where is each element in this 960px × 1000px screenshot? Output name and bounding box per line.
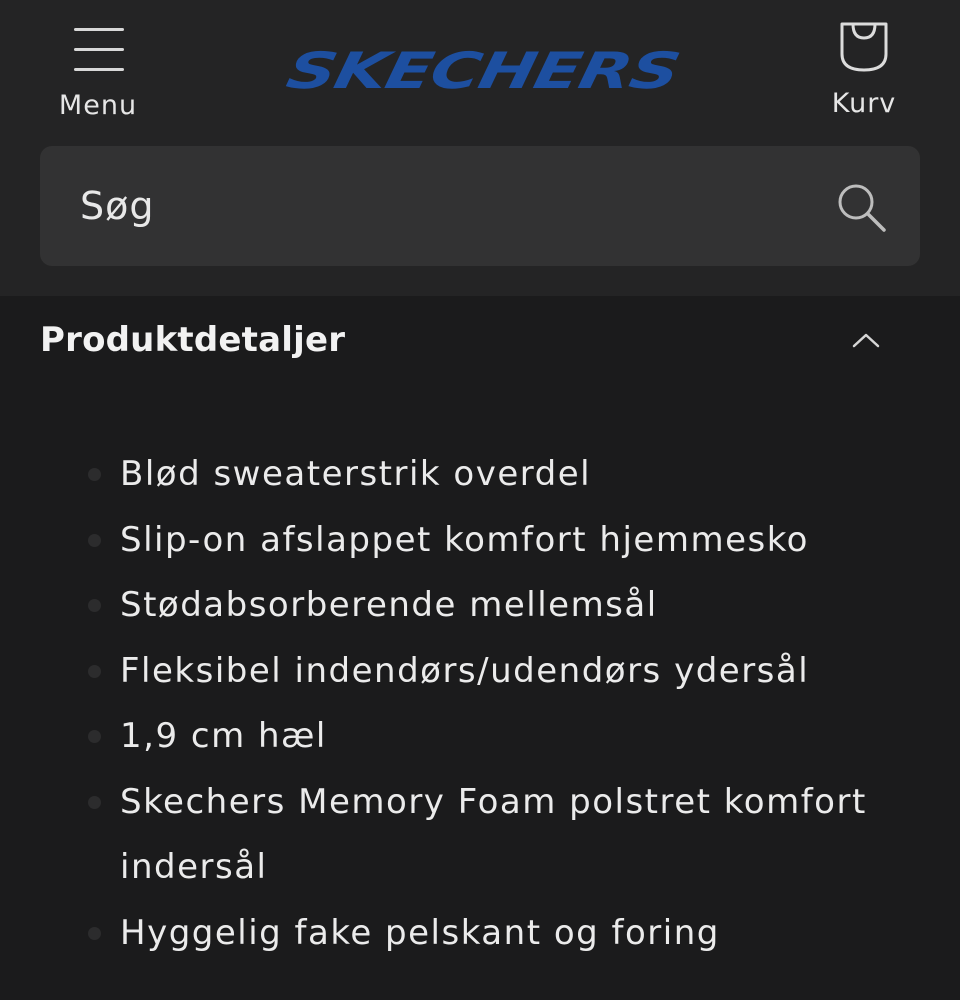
bullet <box>88 468 101 481</box>
search-icon[interactable] <box>834 180 890 236</box>
bullet <box>88 599 101 612</box>
bullet <box>88 730 101 743</box>
product-details-toggle[interactable]: Produktdetaljer <box>0 300 960 386</box>
feature-item: Fleksibel indendørs/udendørs ydersål <box>0 639 960 705</box>
cart-icon <box>840 22 888 72</box>
cart-button[interactable]: Kurv <box>816 16 912 128</box>
bullet <box>88 533 101 547</box>
bullet <box>88 926 101 940</box>
feature-item: Slip-on afslappet komfort hjemmesko <box>0 508 960 574</box>
bullet <box>88 795 101 809</box>
product-features-list: Blød sweaterstrik overdel Slip-on afslap… <box>0 442 960 966</box>
feature-text: Hyggelig fake pelskant og foring <box>120 912 720 953</box>
menu-button[interactable]: Menu <box>50 20 146 130</box>
search-bar <box>40 146 920 266</box>
bullet <box>88 664 101 678</box>
site-header: Menu SKECHERS Kurv <box>0 0 960 296</box>
menu-label: Menu <box>58 90 138 121</box>
feature-item: Hyggelig fake pelskant og foring <box>0 901 960 967</box>
feature-text: Fleksibel indendørs/udendørs ydersål <box>120 650 810 691</box>
feature-text: Slip-on afslappet komfort hjemmesko <box>120 519 809 560</box>
search-input[interactable] <box>80 174 800 238</box>
feature-item: Blød sweaterstrik overdel <box>0 442 960 508</box>
svg-text:SKECHERS: SKECHERS <box>282 42 684 100</box>
skechers-logo[interactable]: SKECHERS <box>270 38 690 104</box>
chevron-up-icon <box>852 333 880 348</box>
product-details-title: Produktdetaljer <box>40 320 346 360</box>
feature-text: Stødabsorberende mellemsål <box>120 585 658 625</box>
feature-text: Skechers Memory Foam polstret komfort in… <box>120 781 867 888</box>
cart-label: Kurv <box>831 88 897 119</box>
feature-item: Stødabsorberende mellemsål <box>0 573 960 639</box>
feature-text: Blød sweaterstrik overdel <box>120 454 592 494</box>
feature-item: Skechers Memory Foam polstret komfort in… <box>0 770 960 901</box>
menu-icon <box>74 28 124 72</box>
feature-item: 1,9 cm hæl <box>0 704 960 770</box>
feature-text: 1,9 cm hæl <box>120 716 327 756</box>
